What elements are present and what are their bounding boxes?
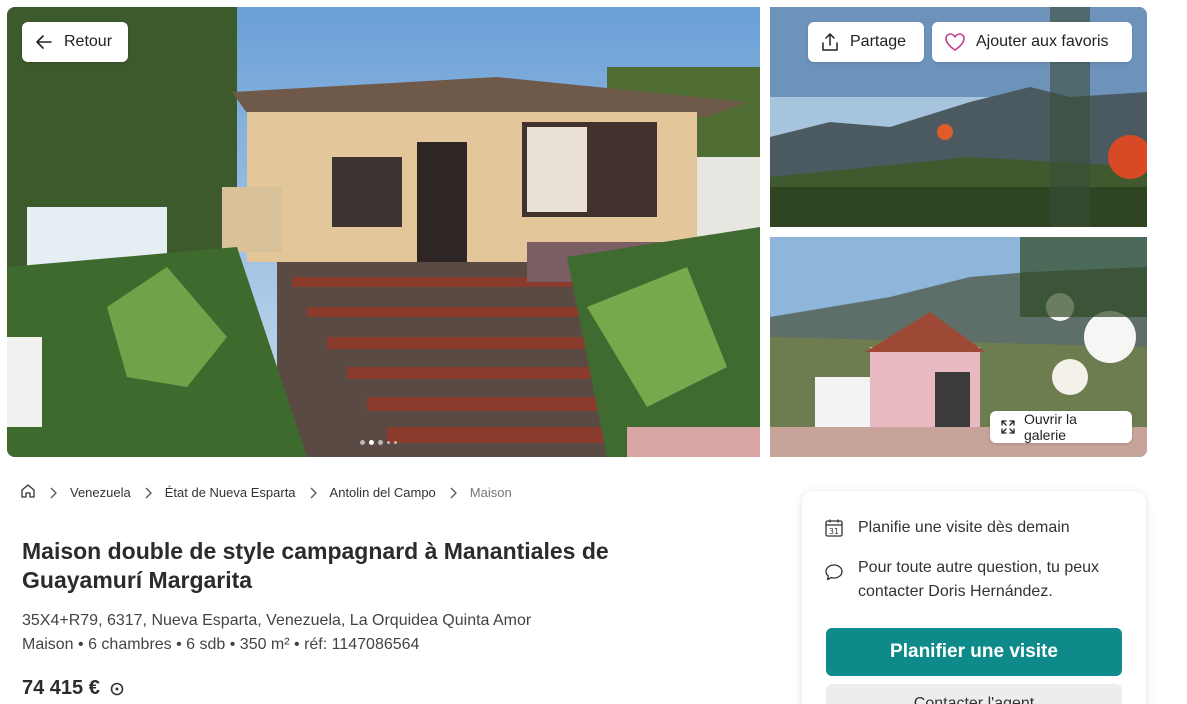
question-info: Pour toute autre question, tu peux conta… bbox=[824, 556, 1134, 604]
carousel-dot[interactable] bbox=[378, 440, 383, 445]
breadcrumb-item-state[interactable]: État de Nueva Esparta bbox=[165, 485, 296, 500]
open-gallery-button[interactable]: Ouvrir la galerie bbox=[990, 411, 1132, 443]
heart-icon bbox=[945, 33, 965, 51]
open-gallery-label: Ouvrir la galerie bbox=[1024, 411, 1077, 443]
svg-text:31: 31 bbox=[829, 527, 839, 536]
listing-title: Maison double de style campagnard à Mana… bbox=[22, 538, 609, 593]
back-button[interactable]: Retour bbox=[22, 22, 128, 62]
schedule-visit-button[interactable]: Planifier une visite bbox=[826, 628, 1122, 676]
share-button-label: Partage bbox=[850, 33, 907, 50]
visit-info-text: Planifie une visite dès demain bbox=[858, 519, 1070, 536]
visit-info: 31 Planifie une visite dès demain bbox=[824, 516, 1070, 540]
back-button-label: Retour bbox=[64, 33, 113, 50]
carousel-dot[interactable] bbox=[394, 441, 397, 444]
chevron-right-icon bbox=[143, 487, 153, 499]
listing-specs: Maison • 6 chambres • 6 sdb • 350 m² • r… bbox=[22, 636, 420, 653]
question-info-text: Pour toute autre question, tu peux conta… bbox=[858, 559, 1100, 600]
breadcrumb-item-country[interactable]: Venezuela bbox=[70, 485, 131, 500]
arrow-left-icon bbox=[36, 35, 52, 49]
price-row: 74 415 € bbox=[22, 677, 124, 700]
home-icon bbox=[21, 484, 35, 498]
add-favorite-label: Ajouter aux favoris bbox=[976, 33, 1109, 50]
calendar-icon: 31 bbox=[825, 519, 843, 537]
main-photo[interactable] bbox=[7, 7, 760, 457]
contact-card: 31 Planifie une visite dès demain Pour t… bbox=[802, 491, 1146, 704]
chevron-right-icon bbox=[48, 487, 58, 499]
chat-bubble-icon bbox=[825, 564, 843, 581]
carousel-dot[interactable] bbox=[360, 440, 365, 445]
breadcrumb-current: Maison bbox=[469, 485, 512, 500]
breadcrumb: Venezuela État de Nueva Esparta Antolin … bbox=[20, 483, 512, 502]
share-button[interactable]: Partage bbox=[808, 22, 924, 62]
carousel-dot[interactable] bbox=[387, 441, 390, 444]
info-icon[interactable] bbox=[110, 682, 124, 696]
breadcrumb-home[interactable] bbox=[20, 483, 36, 502]
carousel-indicator bbox=[360, 440, 397, 445]
chevron-right-icon bbox=[308, 487, 318, 499]
add-favorite-button[interactable]: Ajouter aux favoris bbox=[932, 22, 1132, 62]
carousel-dot-active[interactable] bbox=[369, 440, 374, 445]
share-icon bbox=[822, 33, 838, 51]
expand-icon bbox=[1001, 420, 1015, 434]
listing-price: 74 415 € bbox=[22, 677, 100, 699]
breadcrumb-item-city[interactable]: Antolin del Campo bbox=[330, 485, 436, 500]
chevron-right-icon bbox=[448, 487, 458, 499]
listing-address: 35X4+R79, 6317, Nueva Esparta, Venezuela… bbox=[22, 612, 532, 629]
contact-agent-button[interactable]: Contacter l'agent bbox=[826, 684, 1122, 704]
